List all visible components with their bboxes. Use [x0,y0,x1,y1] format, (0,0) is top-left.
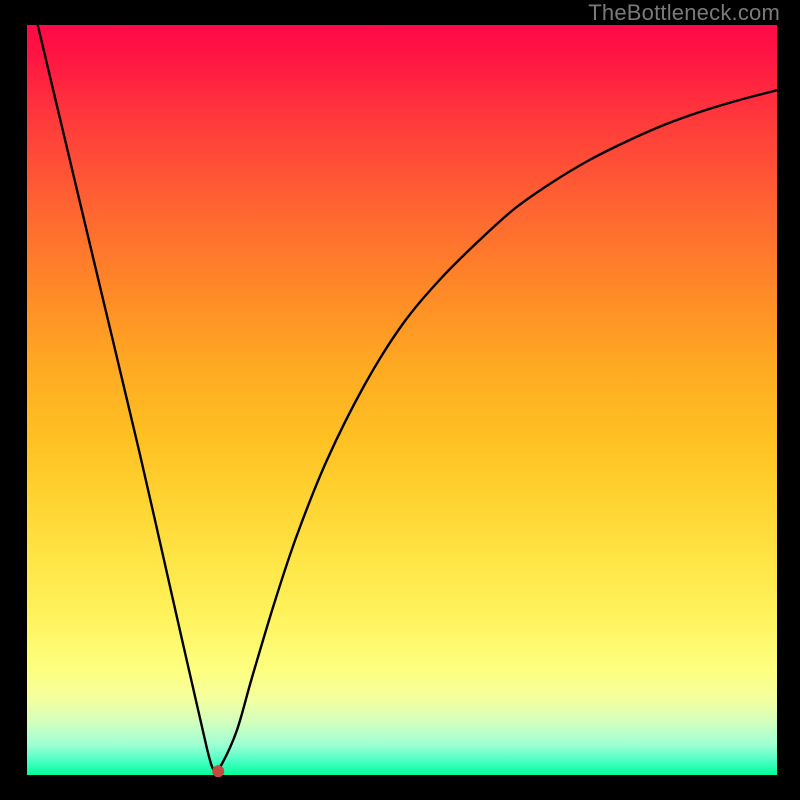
minimum-marker [212,765,224,777]
chart-container: TheBottleneck.com [0,0,800,800]
curve-right-branch [215,90,778,771]
watermark-text: TheBottleneck.com [588,0,780,26]
curve-left-branch [27,0,215,771]
plot-area [27,25,777,775]
bottleneck-curve [27,25,777,775]
